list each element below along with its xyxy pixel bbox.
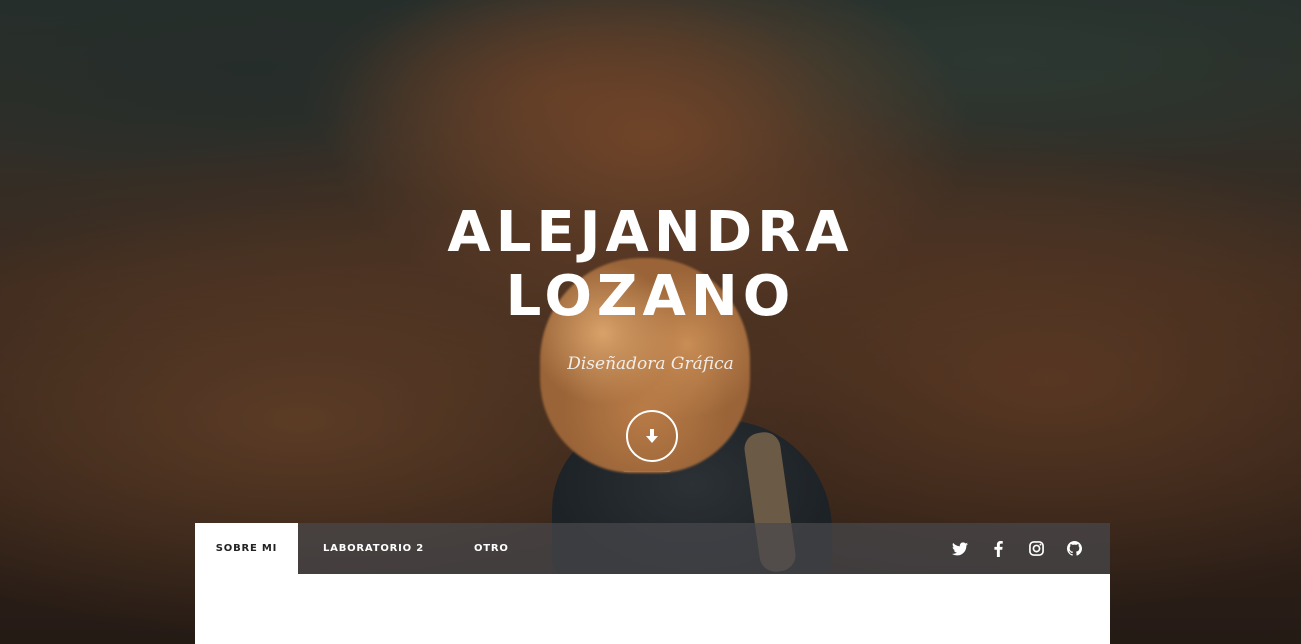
main-navbar: SOBRE MI LABORATORIO 2 OTRO: [195, 523, 1110, 574]
hero-subtitle: Diseñadora Gráfica: [567, 354, 734, 374]
hero-title-first-name: ALEJANDRA: [447, 200, 854, 265]
scroll-down-button[interactable]: [626, 410, 678, 462]
tab-sobre-mi[interactable]: SOBRE MI: [195, 523, 298, 574]
twitter-icon[interactable]: [952, 541, 968, 557]
social-links: [952, 523, 1110, 574]
content-panel: [195, 574, 1110, 644]
arrow-down-icon: [646, 429, 658, 443]
tab-label: SOBRE MI: [215, 543, 278, 554]
tab-laboratorio-2[interactable]: LABORATORIO 2: [298, 523, 449, 574]
tab-label: OTRO: [473, 543, 509, 554]
hero-title-last-name: LOZANO: [505, 264, 796, 329]
facebook-icon[interactable]: [990, 540, 1006, 557]
tab-label: LABORATORIO 2: [323, 543, 424, 554]
tab-otro[interactable]: OTRO: [449, 523, 534, 574]
instagram-icon[interactable]: [1028, 541, 1044, 557]
github-icon[interactable]: [1066, 541, 1082, 557]
